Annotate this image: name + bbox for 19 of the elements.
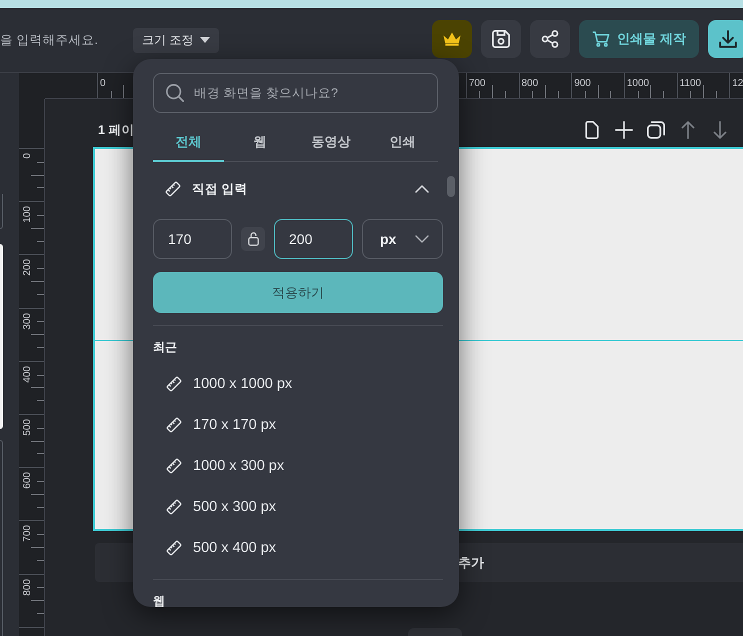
ruler-label: 900 [574, 79, 591, 89]
ruler-label: 500 [23, 418, 33, 436]
ruler-label: 600 [23, 472, 33, 489]
ruler-label: 1000 [626, 79, 650, 89]
ruler-label: 100 [23, 206, 33, 223]
ruler-label: 800 [522, 79, 538, 89]
page-title: 1 페이 [98, 122, 134, 138]
ruler-label: 700 [23, 525, 33, 542]
ruler-label: 0 [100, 79, 106, 89]
ruler-label: 800 [23, 578, 33, 596]
section-heading: 최근 [153, 339, 178, 355]
ruler-label: 400 [23, 366, 33, 382]
ruler-label: 300 [23, 312, 33, 330]
ruler-label: 200 [23, 259, 33, 276]
section-heading: 웹 [153, 593, 166, 607]
ruler-label: 700 [468, 79, 486, 89]
ruler-label: 1100 [680, 79, 702, 89]
ruler-label: 12 [732, 79, 743, 89]
ruler-label: 0 [23, 153, 33, 159]
